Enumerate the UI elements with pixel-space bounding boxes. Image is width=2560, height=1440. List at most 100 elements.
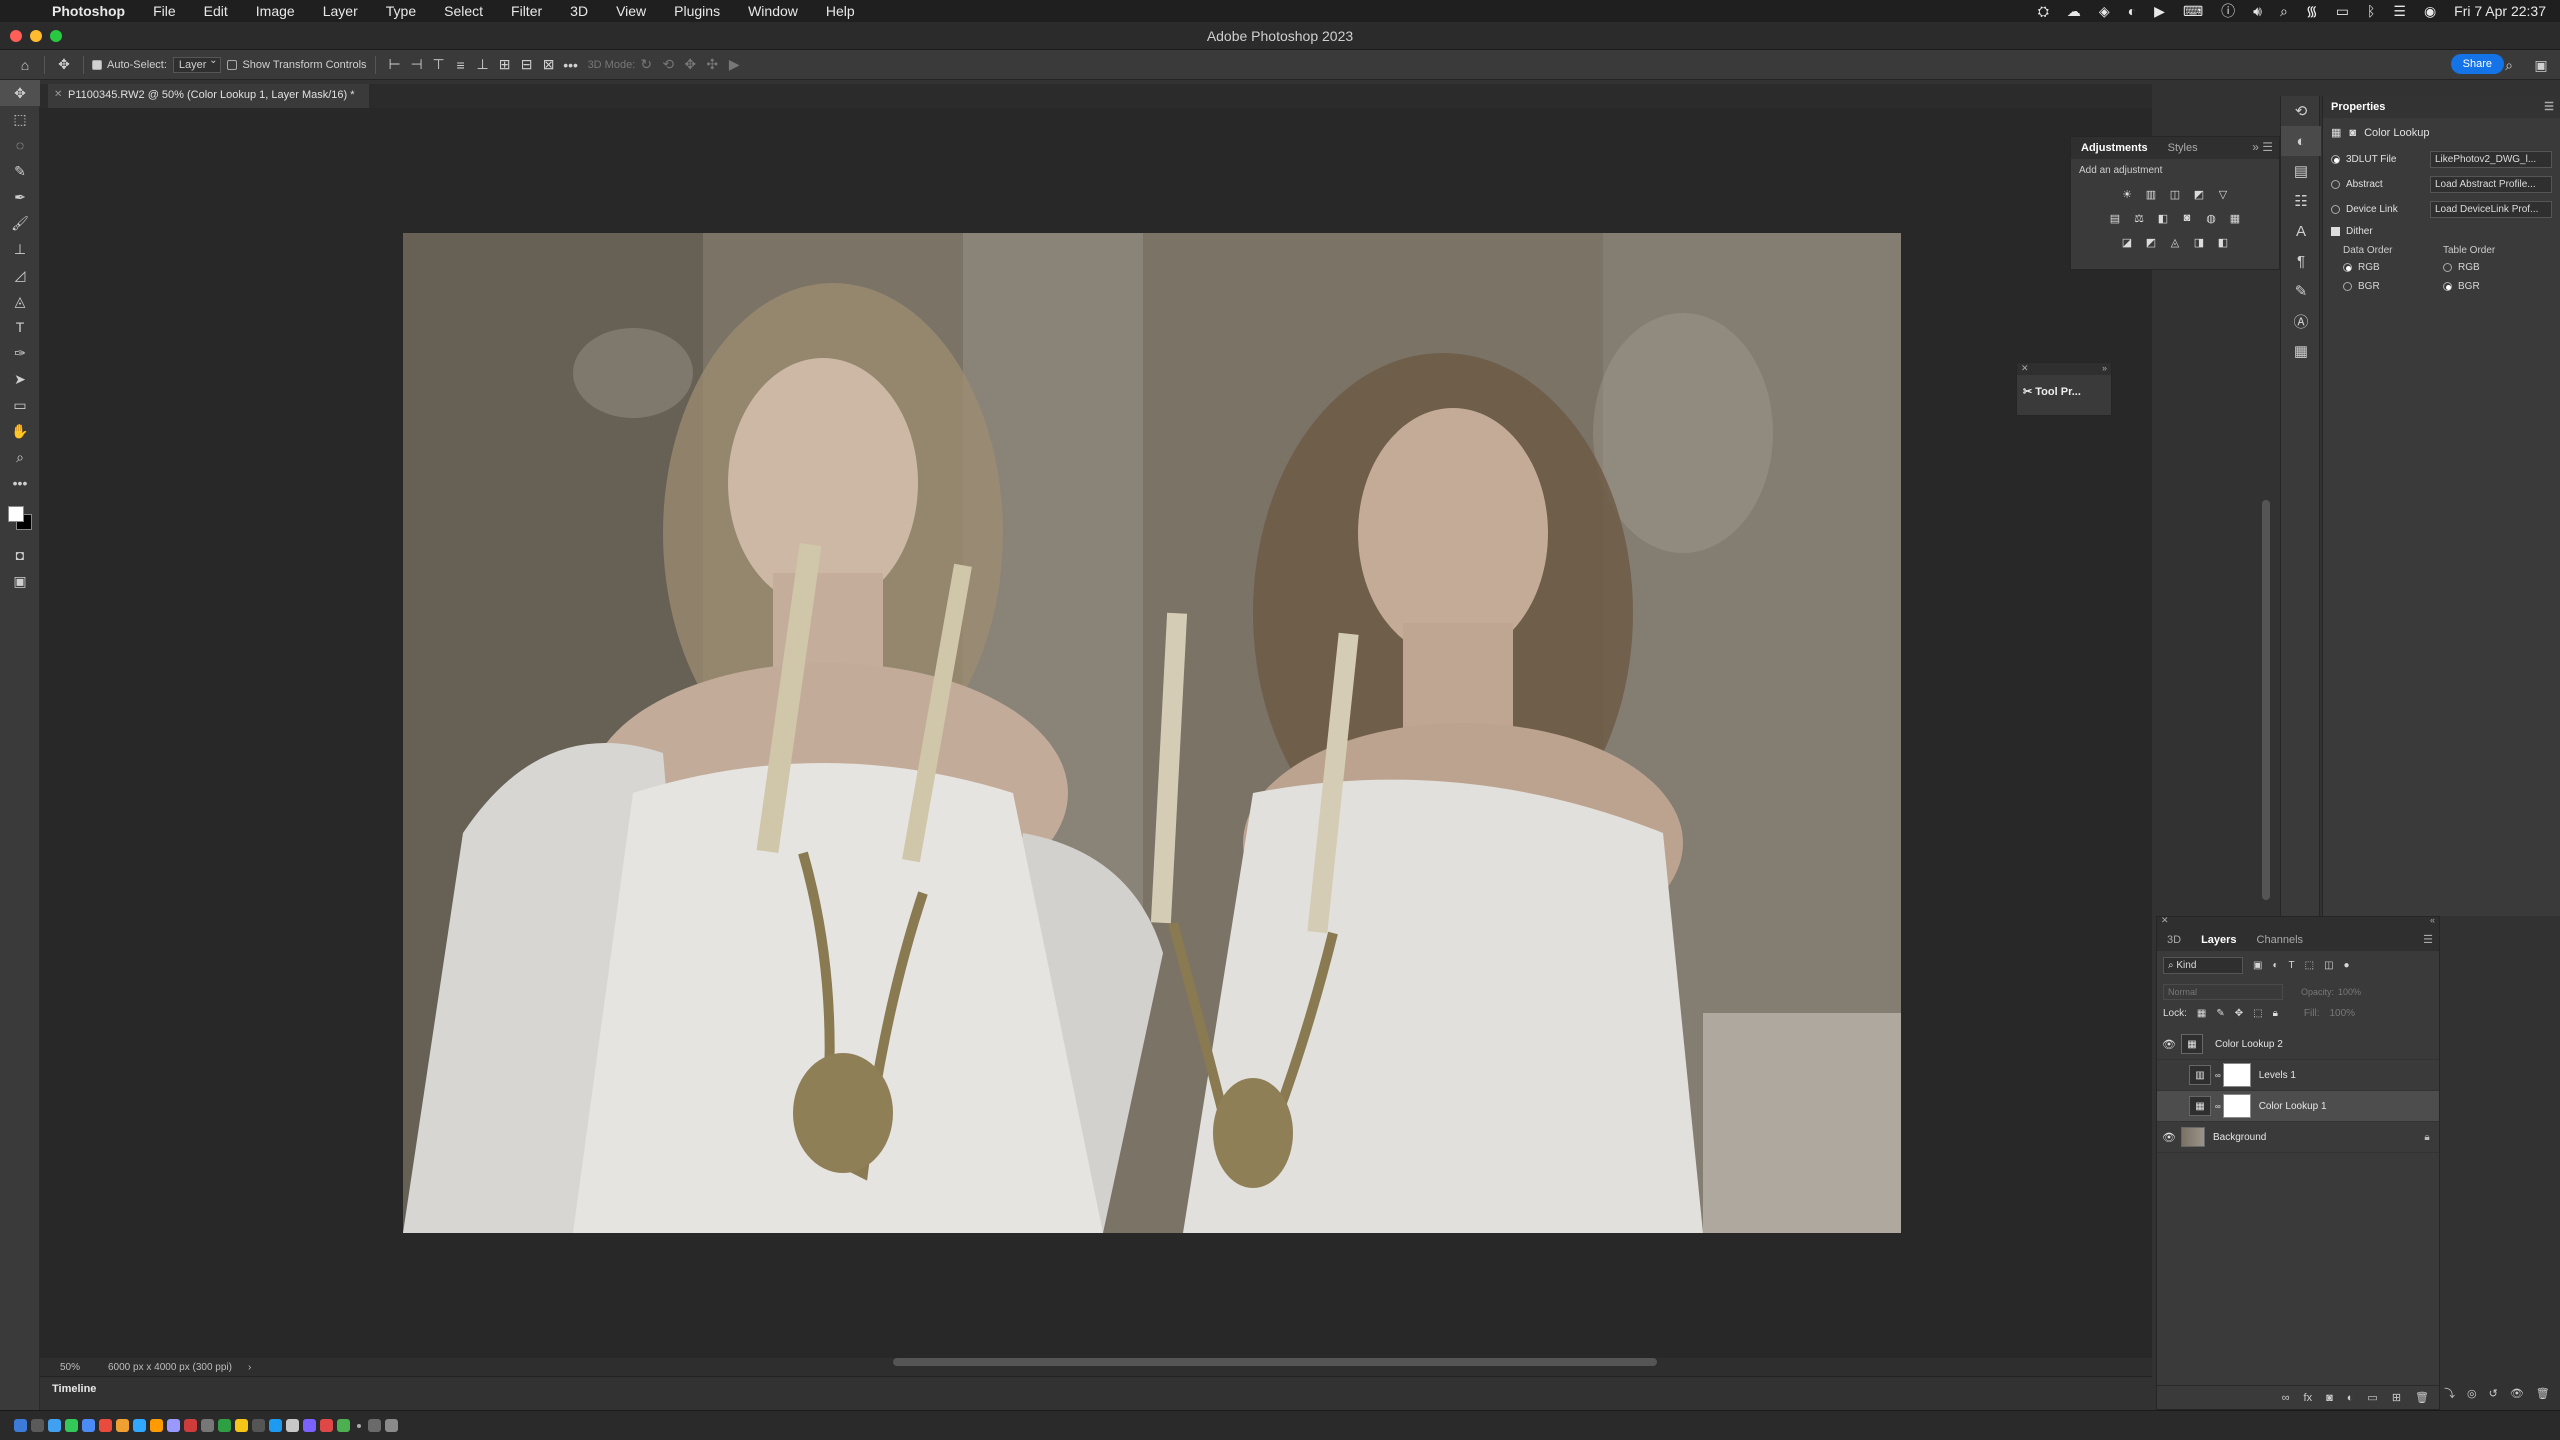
battery-icon[interactable]: ▭ (2336, 3, 2349, 20)
align-center-icon[interactable]: ⊣ (406, 54, 428, 76)
curves-icon[interactable]: ◫ (2166, 186, 2184, 202)
wifi-icon[interactable]: ᯾ (2306, 2, 2318, 21)
auto-select-checkbox[interactable] (92, 59, 102, 70)
layer-mask-thumb[interactable] (2222, 1094, 2251, 1118)
more-tools-icon[interactable]: ••• (0, 470, 40, 496)
tab-adjustments[interactable]: Adjustments (2071, 142, 2158, 154)
align-top-icon[interactable]: ⊥ (472, 54, 494, 76)
exposure-icon[interactable]: ◩ (2190, 186, 2208, 202)
spotify-icon[interactable] (218, 1419, 231, 1432)
panel-menu-icon[interactable]: ☰ (2544, 100, 2554, 113)
reset-icon[interactable]: ↺ (2489, 1387, 2498, 1400)
menu-app[interactable]: Photoshop (50, 3, 139, 19)
brush-tool-icon[interactable]: 🖌︎ (0, 210, 40, 236)
channel-mixer-icon[interactable]: ◍ (2202, 210, 2220, 226)
menu-3d[interactable]: 3D (556, 3, 602, 19)
tab-layers[interactable]: Layers (2191, 934, 2246, 946)
acrobat-icon[interactable] (184, 1419, 197, 1432)
canvas-area[interactable] (40, 108, 2152, 1358)
launchpad-icon[interactable] (31, 1419, 44, 1432)
music-icon[interactable] (320, 1419, 333, 1432)
selective-color-icon[interactable]: ◨ (2190, 234, 2208, 250)
filter-shape-icon[interactable]: ⬚ (2305, 960, 2314, 971)
device-link-select[interactable]: Load DeviceLink Prof... (2430, 201, 2552, 218)
path-select-tool-icon[interactable]: ➤ (0, 366, 40, 392)
messages-icon[interactable] (65, 1419, 78, 1432)
menu-type[interactable]: Type (372, 3, 430, 19)
levels-icon[interactable]: ▥ (2142, 186, 2160, 202)
properties-panel-icon[interactable]: ☷ (2281, 186, 2321, 216)
fx-icon[interactable]: fx (2304, 1392, 2313, 1404)
blend-mode-select[interactable]: Normal (2163, 984, 2283, 1000)
visibility-eye-icon[interactable]: 👁︎ (2157, 1131, 2181, 1144)
lasso-tool-icon[interactable]: ◌ (0, 132, 40, 158)
creative-cloud-icon[interactable]: ☁ (2067, 3, 2081, 20)
tab-styles[interactable]: Styles (2158, 142, 2208, 154)
illustrator-icon[interactable] (150, 1419, 163, 1432)
align-left-icon[interactable]: ⊢ (384, 54, 406, 76)
lock-transparent-icon[interactable]: ▦ (2197, 1008, 2206, 1019)
screen-mode-icon[interactable]: ▣ (0, 568, 40, 594)
move-tool-icon[interactable]: ✥ (0, 80, 40, 106)
status-expand-icon[interactable]: › (232, 1362, 251, 1373)
vibrance-icon[interactable]: ▽ (2214, 186, 2232, 202)
photo-canvas[interactable] (403, 233, 1901, 1233)
hand-tool-icon[interactable]: ✋ (0, 418, 40, 444)
system-settings-icon[interactable] (201, 1419, 214, 1432)
new-adjustment-icon[interactable]: ◐ (2347, 1392, 2354, 1404)
share-button[interactable]: Share (2450, 54, 2504, 74)
document-tab[interactable]: ✕ P1100345.RW2 @ 50% (Color Lookup 1, La… (48, 84, 369, 108)
tab-3d[interactable]: 3D (2157, 934, 2191, 946)
gradient-map-icon[interactable]: ◧ (2214, 234, 2232, 250)
3d-pan-icon[interactable]: ✥ (679, 54, 701, 76)
delete-layer-icon[interactable]: 🗑︎ (2415, 1391, 2429, 1404)
posterize-icon[interactable]: ◩ (2142, 234, 2160, 250)
hue-saturation-icon[interactable]: ▤ (2106, 210, 2124, 226)
mask-icon[interactable]: ◙ (2349, 127, 2356, 139)
lock-all-icon[interactable]: 🔒︎ (2273, 1008, 2278, 1019)
paragraph-icon[interactable]: ¶ (2281, 246, 2321, 276)
horizontal-scrollbar[interactable] (893, 1358, 1657, 1366)
expand-panel-icon[interactable]: » (2102, 363, 2107, 373)
zoom-level[interactable]: 50% (40, 1362, 100, 1373)
menu-edit[interactable]: Edit (190, 3, 242, 19)
show-transform-checkbox[interactable] (227, 59, 238, 70)
zoom-tool-icon[interactable]: ⌕ (0, 444, 40, 470)
lock-artboard-icon[interactable]: ⬚ (2253, 1008, 2262, 1019)
filter-pixel-icon[interactable]: ▣ (2253, 960, 2262, 971)
panel-menu-icon[interactable]: ☰ (2423, 933, 2433, 946)
align-right-icon[interactable]: ⊤ (428, 54, 450, 76)
close-panel-icon[interactable]: ✕ (2021, 363, 2029, 374)
menu-filter[interactable]: Filter (497, 3, 556, 19)
rectangle-tool-icon[interactable]: ▭ (0, 392, 40, 418)
data-order-bgr-radio[interactable] (2343, 282, 2352, 291)
photo-filter-icon[interactable]: ◙ (2178, 210, 2196, 226)
premiere-icon[interactable] (167, 1419, 180, 1432)
screen-time-icon[interactable]: ◐ (2128, 3, 2136, 19)
dither-checkbox[interactable] (2331, 227, 2340, 236)
play-status-icon[interactable]: ▶ (2154, 3, 2165, 20)
collapse-panel-icon[interactable]: « (2430, 915, 2435, 925)
color-balance-icon[interactable]: ⚖ (2130, 210, 2148, 226)
downloads-stack-icon[interactable] (368, 1419, 381, 1432)
pen-tool-icon[interactable]: ✑ (0, 340, 40, 366)
menu-help[interactable]: Help (812, 3, 869, 19)
swatches-panel-icon[interactable]: ▦ (2281, 336, 2321, 366)
paint-bucket-tool-icon[interactable]: ◬ (0, 288, 40, 314)
trash-icon[interactable] (385, 1419, 398, 1432)
menu-view[interactable]: View (602, 3, 660, 19)
abstract-radio[interactable] (2331, 180, 2340, 189)
layer-row[interactable]: 👁︎ Background 🔒︎ (2157, 1122, 2439, 1153)
threshold-icon[interactable]: ◬ (2166, 234, 2184, 250)
toggle-visibility-icon[interactable]: 👁︎ (2510, 1387, 2524, 1400)
quick-select-tool-icon[interactable]: ✎ (0, 158, 40, 184)
layer-filter-select[interactable]: ⌕ Kind (2163, 957, 2243, 974)
opacity-value[interactable]: 100% (2338, 987, 2361, 997)
tool-presets-panel[interactable]: ✕ » ✂ Tool Pr... (2016, 362, 2112, 416)
fill-value[interactable]: 100% (2329, 1008, 2355, 1019)
lock-position-icon[interactable]: ✥ (2235, 1008, 2243, 1019)
mask-link-icon[interactable]: ∞ (2215, 1071, 2221, 1080)
stamp-tool-icon[interactable]: ⊥ (0, 236, 40, 262)
lightroom-icon[interactable] (303, 1419, 316, 1432)
distribute-vertical-icon[interactable]: ⊠ (538, 54, 560, 76)
